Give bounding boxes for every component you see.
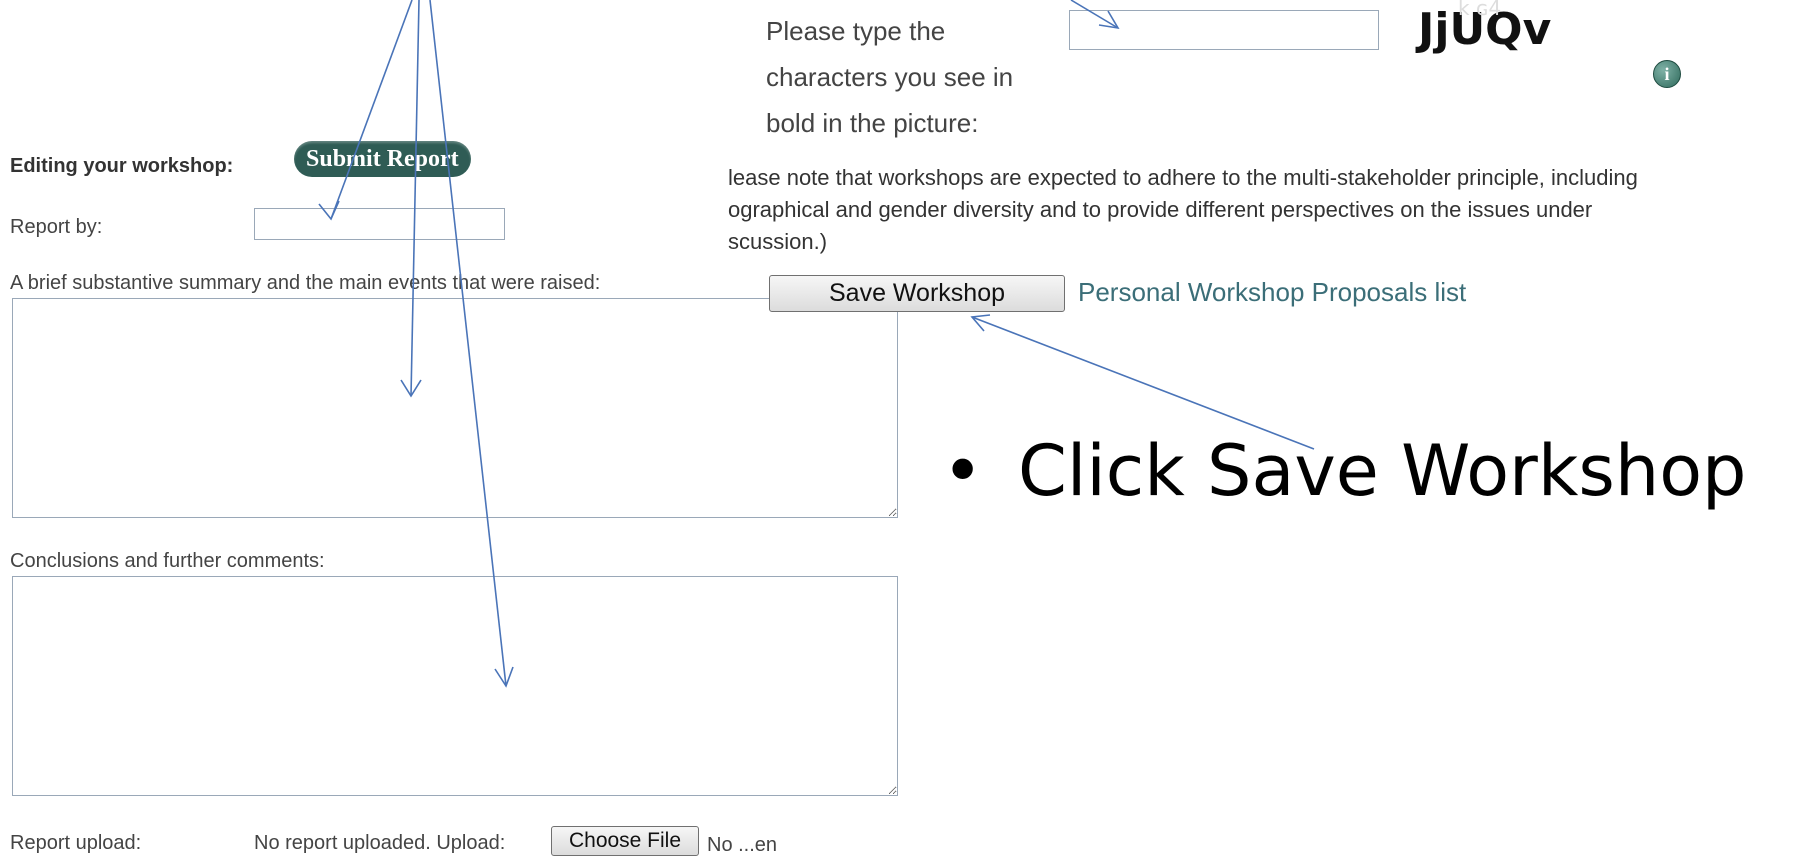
arrow-to-save-workshop <box>971 316 1315 450</box>
arrow-to-report-by <box>330 0 413 220</box>
arrow-to-conclusions <box>429 0 507 687</box>
annotation-arrows <box>318 0 1315 688</box>
arrow-to-summary <box>410 0 420 397</box>
arrow-to-captcha <box>1070 0 1119 29</box>
